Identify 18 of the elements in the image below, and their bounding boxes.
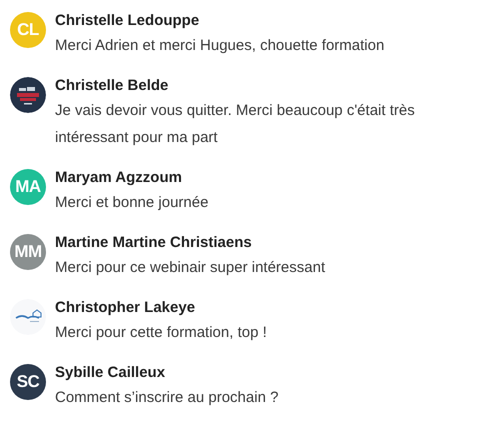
message-text: Je vais devoir vous quitter. Merci beaucoup c'était très intéressant pour ma part [55,101,416,148]
message-text: Merci et bonne journée [55,193,210,213]
logo-avatar-icon [10,299,46,335]
message-text: Merci pour ce webinair super intéressant [55,258,326,278]
logo-avatar-icon [10,77,46,113]
author-name: Christelle Belde [55,76,170,96]
message-text: Merci pour cette formation, top ! [55,323,268,343]
avatar: MM [10,234,46,270]
author-name: Christelle Ledouppe [55,11,200,31]
avatar: CL [10,12,46,48]
author-name: Christopher Lakeye [55,298,196,318]
avatar: MA [10,169,46,205]
author-name: Maryam Agzzoum [55,168,183,188]
author-name: Sybille Cailleux [55,363,166,383]
message-text: Merci Adrien et merci Hugues, chouette formation [55,36,386,56]
message-text: Comment s’inscrire au prochain ? [55,388,280,408]
avatar: SC [10,364,46,400]
author-name: Martine Martine Christiaens [55,233,253,253]
